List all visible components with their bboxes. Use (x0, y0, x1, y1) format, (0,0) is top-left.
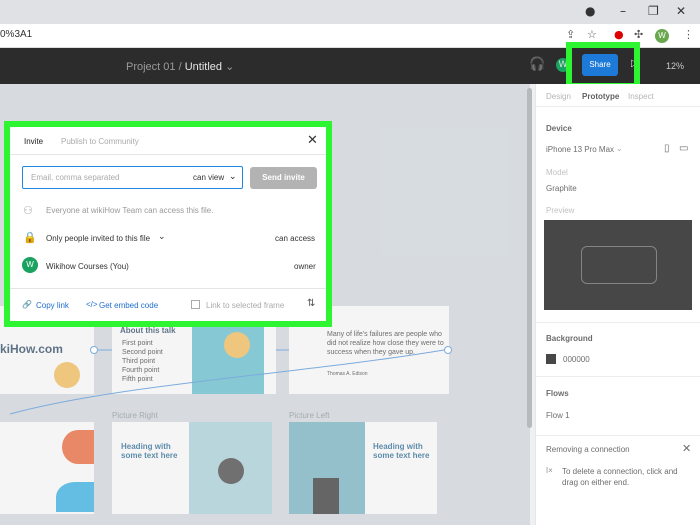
link-frame-checkbox[interactable] (191, 300, 200, 309)
email-placeholder: Email, comma separated (31, 173, 120, 182)
breadcrumb-separator: / (178, 61, 182, 73)
close-window-icon[interactable]: ✕ (676, 4, 686, 18)
tab-invite[interactable]: Invite (24, 137, 43, 146)
chevron-down-icon[interactable]: ⌄ (158, 231, 166, 242)
permission-select[interactable]: can view (193, 173, 224, 182)
restore-icon[interactable]: ❐ (648, 4, 659, 18)
restriction-permission: can access (275, 234, 316, 243)
menu-dots-icon[interactable]: ⋮ (683, 28, 694, 41)
team-access-text: Everyone at wikiHow Team can access this… (46, 206, 214, 215)
chevron-down-icon[interactable]: ⌄ (229, 171, 237, 182)
share-dialog: Invite Publish to Community ✕ Email, com… (10, 127, 326, 321)
profile-avatar[interactable]: W (655, 29, 669, 43)
send-invite-button[interactable]: Send invite (250, 167, 317, 189)
share-highlight (566, 42, 640, 89)
file-name[interactable]: Untitled (185, 61, 222, 73)
chevron-down-icon[interactable]: ⌄ (225, 61, 234, 73)
code-icon[interactable]: </> (86, 300, 98, 309)
profile-dot-icon[interactable]: ● (585, 4, 595, 18)
member-name: Wikihow Courses (You) (46, 262, 129, 271)
member-role[interactable]: owner (294, 262, 316, 271)
url-text: 0%3A1 (0, 29, 33, 40)
member-avatar: W (22, 257, 38, 273)
settings-sliders-icon[interactable]: ⇅ (307, 298, 315, 309)
embed-code-button[interactable]: Get embed code (99, 301, 158, 310)
breadcrumb[interactable]: Project 01 / Untitled ⌄ (126, 60, 234, 73)
tab-publish[interactable]: Publish to Community (61, 137, 139, 146)
link-frame-label: Link to selected frame (206, 301, 285, 310)
browser-titlebar: ● – ❐ ✕ (0, 0, 700, 24)
minimize-icon[interactable]: – (620, 4, 626, 18)
headphones-icon[interactable]: 🎧 (529, 57, 545, 72)
extension-icon[interactable]: ● (614, 28, 624, 41)
restriction-select[interactable]: Only people invited to this file (46, 234, 150, 243)
project-name[interactable]: Project 01 (126, 61, 176, 73)
share-page-icon[interactable]: ⇪ (566, 28, 575, 41)
zoom-level[interactable]: 12% (666, 61, 684, 71)
team-icon: ⚇ (23, 204, 33, 217)
copy-link-button[interactable]: Copy link (36, 301, 69, 310)
close-icon[interactable]: ✕ (307, 133, 318, 148)
star-icon[interactable]: ☆ (587, 28, 597, 41)
email-field[interactable]: Email, comma separated can view ⌄ (22, 166, 243, 189)
link-icon[interactable]: 🔗 (22, 300, 32, 309)
lock-icon: 🔒 (23, 231, 37, 244)
puzzle-icon[interactable]: ✣ (634, 28, 643, 41)
